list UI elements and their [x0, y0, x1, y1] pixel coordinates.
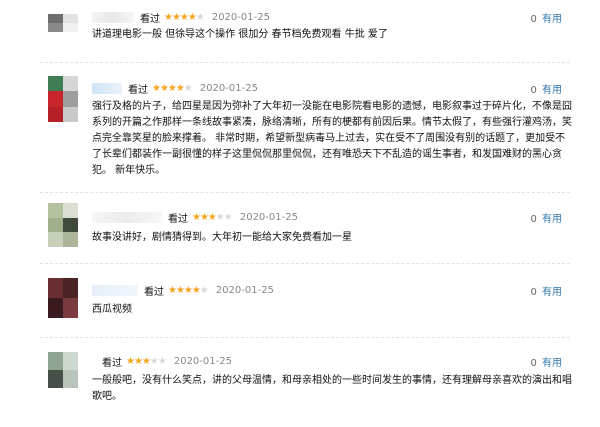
useful-button[interactable]: 有用: [542, 287, 562, 298]
divider: [40, 62, 570, 63]
divider: [40, 263, 570, 264]
review-text: 强行及格的片子，给四星是因为弥补了大年初一没能在电影院看电影的遗憾，电影叙事过于…: [92, 101, 572, 176]
useful-vote: 0 有用: [530, 210, 562, 225]
user-avatar[interactable]: [48, 352, 78, 388]
review-meta: 看过 ★★★★★ 2020-01-25: [92, 81, 258, 96]
rating-stars: ★★★★★: [152, 83, 193, 94]
username-blurred[interactable]: [92, 12, 134, 23]
review-text: 西瓜视频: [92, 304, 132, 315]
useful-button[interactable]: 有用: [542, 214, 562, 225]
watched-label: 看过: [140, 14, 160, 25]
watched-label: 看过: [144, 287, 164, 298]
watched-label: 看过: [168, 214, 188, 225]
user-avatar[interactable]: [48, 278, 78, 318]
username-blurred[interactable]: [92, 83, 122, 94]
user-avatar[interactable]: [48, 14, 78, 32]
review-date: 2020-01-25: [199, 83, 258, 94]
review-meta: 看过 ★★★★★ 2020-01-25: [92, 283, 274, 298]
user-avatar[interactable]: [48, 76, 78, 122]
review-meta: 看过 ★★★★★ 2020-01-25: [92, 10, 270, 25]
review-text: 故事没讲好，剧情猜得到。大年初一能给大家免费看加一星: [92, 232, 352, 243]
useful-button[interactable]: 有用: [542, 85, 562, 96]
useful-count: 0: [530, 287, 537, 298]
watched-label: 看过: [128, 85, 148, 96]
rating-stars: ★★★★★: [192, 212, 233, 223]
review-date: 2020-01-25: [211, 12, 270, 23]
rating-stars: ★★★★★: [168, 285, 209, 296]
username-blurred[interactable]: [92, 212, 162, 223]
review-date: 2020-01-25: [173, 356, 232, 367]
useful-vote: 0 有用: [530, 283, 562, 298]
review-text: 讲道理电影一般 但徐导这个操作 很加分 春节档免费观看 牛批 爱了: [92, 29, 388, 40]
review-date: 2020-01-25: [215, 285, 274, 296]
review-meta: 看过 ★★★★★ 2020-01-25: [92, 210, 298, 225]
useful-vote: 0 有用: [530, 354, 562, 369]
review-meta: 看过 ★★★★★ 2020-01-25: [102, 354, 232, 369]
useful-button[interactable]: 有用: [542, 14, 562, 25]
useful-count: 0: [530, 85, 537, 96]
rating-stars: ★★★★★: [126, 356, 167, 367]
divider: [40, 192, 570, 193]
user-avatar[interactable]: [48, 203, 78, 247]
useful-button[interactable]: 有用: [542, 358, 562, 369]
watched-label: 看过: [102, 358, 122, 369]
username-blurred[interactable]: [92, 285, 138, 296]
useful-vote: 0 有用: [530, 81, 562, 96]
useful-count: 0: [530, 214, 537, 225]
useful-count: 0: [530, 14, 537, 25]
useful-count: 0: [530, 358, 537, 369]
divider: [40, 337, 570, 338]
rating-stars: ★★★★★: [164, 12, 205, 23]
review-text: 一般般吧，没有什么笑点，讲的父母温情，和母亲相处的一些时间发生的事情，还有理解母…: [92, 375, 572, 402]
useful-vote: 0 有用: [530, 10, 562, 25]
review-date: 2020-01-25: [239, 212, 298, 223]
